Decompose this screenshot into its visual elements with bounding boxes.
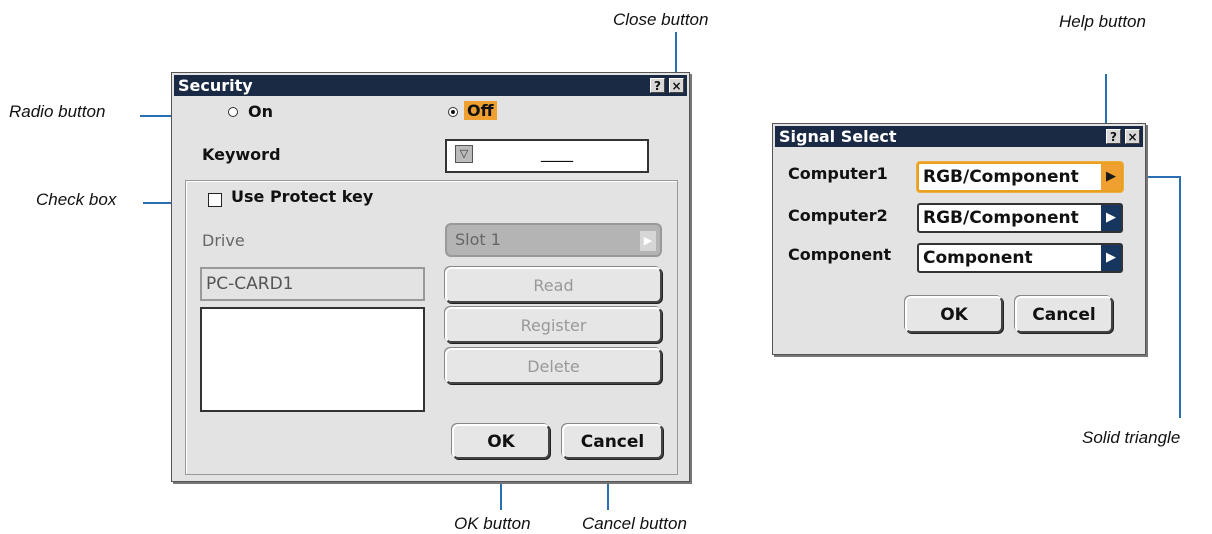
card-name-field: PC-CARD1 [200, 267, 425, 301]
delete-button[interactable]: Delete [445, 348, 662, 384]
computer1-select-value: RGB/Component [923, 167, 1079, 187]
on-radio-label: On [248, 102, 273, 121]
signal-select-titlebar: Signal Select ? × [775, 126, 1143, 147]
on-radio[interactable] [228, 107, 238, 117]
close-button[interactable]: × [669, 78, 684, 93]
computer1-select[interactable]: RGB/Component ▶ [917, 162, 1123, 192]
use-protect-key-checkbox[interactable] [208, 193, 222, 207]
component-solid-triangle-icon[interactable]: ▶ [1101, 245, 1121, 271]
security-titlebar: Security ? × [174, 75, 687, 96]
computer2-label: Computer2 [788, 206, 888, 225]
signal-ok-button[interactable]: OK [905, 296, 1003, 333]
component-label: Component [788, 245, 892, 264]
signal-help-button[interactable]: ? [1106, 129, 1121, 144]
close-button-callout: Close button [613, 10, 709, 29]
solid-triangle-callout: Solid triangle [1082, 428, 1181, 447]
read-button[interactable]: Read [445, 267, 662, 303]
security-dialog: Security ? × On Off Keyword ▽ ____ Use P… [171, 72, 690, 482]
off-radio-label: Off [464, 101, 497, 120]
component-select[interactable]: Component ▶ [917, 243, 1123, 273]
drive-select-arrow-icon: ▶ [640, 231, 656, 251]
off-radio[interactable] [448, 107, 458, 117]
signal-select-title: Signal Select [779, 127, 897, 146]
help-button[interactable]: ? [650, 78, 665, 93]
drive-select[interactable]: Slot 1 ▶ [445, 223, 662, 257]
computer1-solid-triangle-icon[interactable]: ▶ [1101, 164, 1121, 190]
signal-cancel-button[interactable]: Cancel [1015, 296, 1113, 333]
security-title: Security [178, 76, 253, 95]
radio-button-callout: Radio button [9, 102, 106, 121]
keyword-value: ____ [541, 143, 573, 162]
computer1-label: Computer1 [788, 164, 888, 183]
keyword-dropdown-icon[interactable]: ▽ [455, 145, 473, 163]
keyword-input[interactable]: ▽ ____ [445, 139, 649, 173]
key-list-box[interactable] [200, 307, 425, 412]
component-select-value: Component [923, 248, 1033, 268]
computer2-solid-triangle-icon[interactable]: ▶ [1101, 205, 1121, 231]
help-button-callout: Help button [1059, 12, 1146, 31]
register-button[interactable]: Register [445, 307, 662, 343]
keyword-label: Keyword [202, 145, 281, 164]
drive-label: Drive [202, 231, 245, 250]
ok-button[interactable]: OK [452, 424, 550, 459]
use-protect-key-label: Use Protect key [231, 187, 374, 206]
drive-select-value: Slot 1 [455, 230, 501, 249]
cancel-button[interactable]: Cancel [562, 424, 663, 459]
check-box-callout: Check box [36, 190, 117, 209]
cancel-button-callout: Cancel button [582, 514, 687, 533]
ok-button-callout: OK button [454, 514, 531, 533]
computer2-select[interactable]: RGB/Component ▶ [917, 203, 1123, 233]
signal-close-button[interactable]: × [1125, 129, 1140, 144]
signal-select-dialog: Signal Select ? × Computer1 RGB/Componen… [772, 123, 1146, 355]
computer2-select-value: RGB/Component [923, 208, 1079, 228]
